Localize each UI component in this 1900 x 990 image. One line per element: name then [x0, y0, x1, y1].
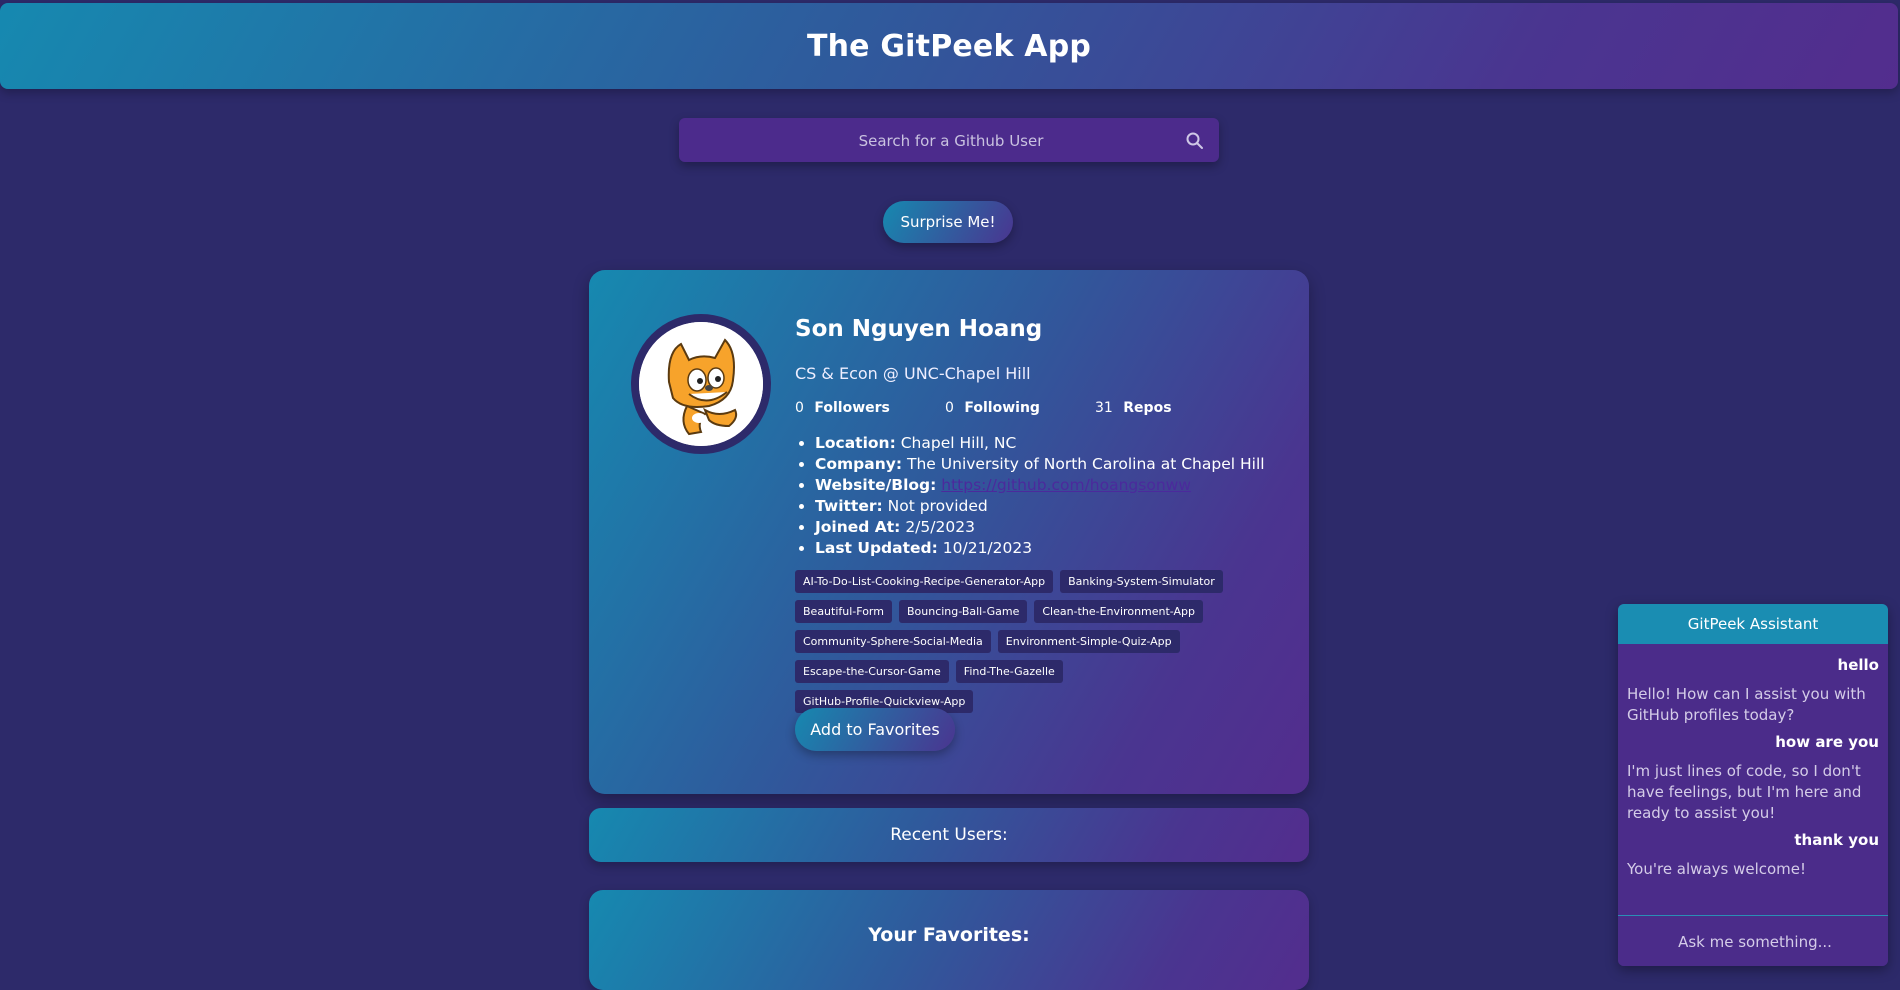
detail-value: Not provided	[887, 497, 988, 515]
followers-label: Followers	[814, 400, 890, 416]
following-stat: 0 Following	[945, 400, 1095, 416]
profile-details: Location: Chapel Hill, NC Company: The U…	[795, 433, 1265, 559]
detail-value: The University of North Carolina at Chap…	[907, 455, 1265, 473]
profile-card: Son Nguyen Hoang CS & Econ @ UNC-Chapel …	[589, 270, 1309, 794]
detail-joined: Joined At: 2/5/2023	[815, 517, 1265, 538]
detail-website: Website/Blog: https://github.com/hoangso…	[815, 475, 1265, 496]
detail-value: 2/5/2023	[905, 518, 975, 536]
chat-header[interactable]: GitPeek Assistant	[1618, 604, 1888, 644]
repo-tags: AI-To-Do-List-Cooking-Recipe-Generator-A…	[795, 570, 1235, 713]
detail-value: Chapel Hill, NC	[900, 434, 1017, 452]
detail-label: Website/Blog:	[815, 476, 937, 494]
chat-message-bot: I'm just lines of code, so I don't have …	[1627, 762, 1862, 822]
repo-tag[interactable]: AI-To-Do-List-Cooking-Recipe-Generator-A…	[795, 570, 1054, 593]
chat-message-bot: Hello! How can I assist you with GitHub …	[1627, 685, 1866, 724]
chat-message-user: how are you	[1775, 733, 1879, 751]
surprise-me-button[interactable]: Surprise Me!	[883, 201, 1013, 243]
favorites-panel: Your Favorites:	[589, 890, 1309, 990]
app-title: The GitPeek App	[806, 28, 1092, 64]
detail-label: Last Updated:	[815, 539, 938, 557]
detail-company: Company: The University of North Carolin…	[815, 454, 1265, 475]
repo-tag[interactable]: Escape-the-Cursor-Game	[795, 660, 949, 683]
repos-count: 31	[1095, 400, 1113, 416]
add-to-favorites-button[interactable]: Add to Favorites	[795, 708, 955, 751]
recent-users-panel: Recent Users:	[589, 808, 1309, 862]
detail-twitter: Twitter: Not provided	[815, 496, 1265, 517]
repos-stat: 31 Repos	[1095, 400, 1245, 416]
search-icon[interactable]	[1185, 131, 1205, 151]
repo-tag[interactable]: Clean-the-Environment-App	[1034, 600, 1204, 623]
detail-location: Location: Chapel Hill, NC	[815, 433, 1265, 454]
repo-tag[interactable]: Bouncing-Ball-Game	[898, 600, 1028, 623]
favorites-title: Your Favorites:	[868, 924, 1030, 946]
following-count: 0	[945, 400, 954, 416]
chat-input[interactable]	[1618, 916, 1888, 966]
chat-message-user: thank you	[1794, 831, 1879, 849]
detail-value: 10/21/2023	[942, 539, 1033, 557]
chat-title: GitPeek Assistant	[1687, 615, 1819, 633]
repo-tag[interactable]: Community-Sphere-Social-Media	[795, 630, 991, 653]
profile-name: Son Nguyen Hoang	[795, 316, 1043, 342]
chat-messages: hello Hello! How can I assist you with G…	[1618, 644, 1888, 880]
repos-label: Repos	[1123, 400, 1172, 416]
avatar	[631, 314, 771, 454]
search-input[interactable]	[679, 118, 1223, 164]
detail-label: Joined At:	[815, 518, 901, 536]
chat-message-bot: You're always welcome!	[1627, 860, 1807, 878]
scratch-cat-avatar-image	[639, 322, 763, 446]
repo-tag[interactable]: Beautiful-Form	[795, 600, 892, 623]
followers-stat: 0 Followers	[795, 400, 945, 416]
repo-tag[interactable]: Banking-System-Simulator	[1060, 570, 1223, 593]
recent-users-label: Recent Users:	[890, 825, 1008, 845]
chat-message-user: hello	[1837, 656, 1879, 674]
website-link[interactable]: https://github.com/hoangsonww	[941, 476, 1191, 494]
chat-widget: GitPeek Assistant hello Hello! How can I…	[1618, 604, 1888, 966]
detail-label: Location:	[815, 434, 896, 452]
detail-updated: Last Updated: 10/21/2023	[815, 538, 1265, 559]
followers-count: 0	[795, 400, 804, 416]
profile-bio: CS & Econ @ UNC-Chapel Hill	[795, 364, 1031, 383]
following-label: Following	[964, 400, 1040, 416]
search-bar	[679, 118, 1223, 164]
chat-input-area	[1618, 915, 1888, 966]
app-header: The GitPeek App	[0, 3, 1898, 89]
repo-tag[interactable]: Environment-Simple-Quiz-App	[997, 630, 1180, 653]
detail-label: Twitter:	[815, 497, 883, 515]
detail-label: Company:	[815, 455, 903, 473]
repo-tag[interactable]: Find-The-Gazelle	[955, 660, 1063, 683]
profile-stats: 0 Followers 0 Following 31 Repos	[795, 400, 1245, 416]
